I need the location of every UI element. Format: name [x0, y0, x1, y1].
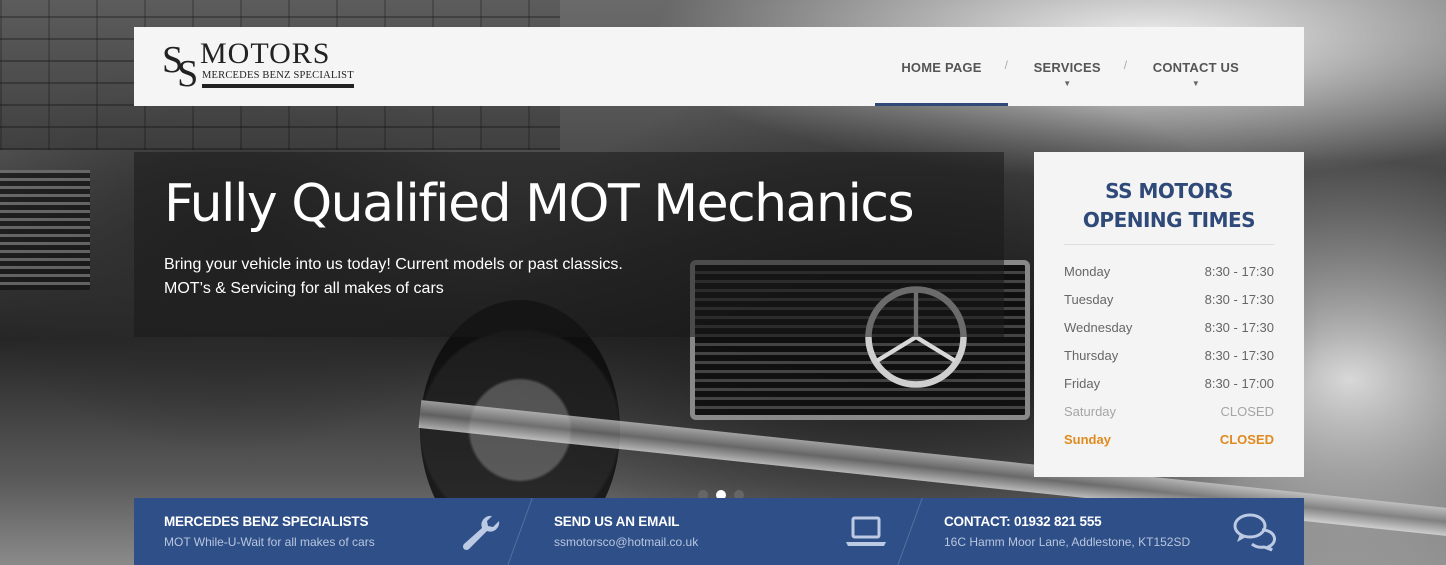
day-label: Thursday — [1064, 348, 1119, 363]
day-label: Wednesday — [1064, 320, 1133, 335]
site-logo[interactable]: SS MOTORS MERCEDES BENZ SPECIALIST — [162, 39, 362, 95]
day-label: Sunday — [1064, 432, 1111, 447]
nav-home-page[interactable]: HOME PAGE — [875, 27, 1008, 106]
info-block-email[interactable]: SEND US AN EMAIL ssmotorsco@hotmail.co.u… — [524, 498, 924, 565]
caret-down-icon: ▼ — [1063, 79, 1072, 88]
nav-label: CONTACT US — [1152, 60, 1239, 75]
opening-times-row-wednesday: Wednesday 8:30 - 17:30 — [1064, 314, 1274, 342]
opening-times-row-friday: Friday 8:30 - 17:00 — [1064, 370, 1274, 398]
info-title: CONTACT: 01932 821 555 — [944, 514, 1102, 529]
opening-times-title: SS MOTORS OPENING TIMES — [1082, 179, 1256, 232]
hours-value: CLOSED — [1219, 432, 1274, 447]
hours-value: 8:30 - 17:30 — [1204, 320, 1274, 335]
hours-value: 8:30 - 17:30 — [1204, 348, 1274, 363]
main-nav: HOME PAGE / SERVICES ▼ / CONTACT US ▼ — [875, 27, 1304, 106]
opening-times-row-thursday: Thursday 8:30 - 17:30 — [1064, 342, 1274, 370]
wrench-icon — [462, 515, 500, 551]
info-subtitle: MOT While-U-Wait for all makes of cars — [164, 535, 375, 549]
info-subtitle[interactable]: ssmotorsco@hotmail.co.uk — [554, 535, 698, 549]
logo-underline — [202, 84, 354, 88]
site-header: SS MOTORS MERCEDES BENZ SPECIALIST HOME … — [134, 27, 1304, 106]
hero-line-2: MOT’s & Servicing for all makes of cars — [164, 280, 444, 297]
hours-value: 8:30 - 17:00 — [1204, 376, 1274, 391]
day-label: Tuesday — [1064, 292, 1114, 307]
opening-times-row-monday: Monday 8:30 - 17:30 — [1064, 258, 1274, 286]
info-bar: MERCEDES BENZ SPECIALISTS MOT While-U-Wa… — [134, 498, 1304, 565]
caret-down-icon: ▼ — [1191, 79, 1200, 88]
info-block-contact[interactable]: CONTACT: 01932 821 555 16C Hamm Moor Lan… — [914, 498, 1304, 565]
nav-services[interactable]: SERVICES ▼ — [1008, 27, 1127, 106]
nav-label: SERVICES — [1033, 60, 1101, 75]
hero-caption: Fully Qualified MOT Mechanics Bring your… — [134, 152, 1004, 337]
info-subtitle: 16C Hamm Moor Lane, Addlestone, KT152SD — [944, 535, 1191, 549]
logo-mark: SS — [162, 39, 198, 95]
opening-times-row-sunday: Sunday CLOSED — [1064, 426, 1274, 454]
hero-line-1: Bring your vehicle into us today! Curren… — [164, 256, 623, 273]
hours-value: CLOSED — [1220, 404, 1274, 419]
logo-tagline: MERCEDES BENZ SPECIALIST — [202, 70, 354, 81]
hours-value: 8:30 - 17:30 — [1204, 264, 1274, 279]
day-label: Monday — [1064, 264, 1111, 279]
day-label: Friday — [1064, 376, 1101, 391]
opening-times-row-saturday: Saturday CLOSED — [1064, 398, 1274, 426]
chat-bubbles-icon — [1233, 513, 1276, 552]
hours-value: 8:30 - 17:30 — [1204, 292, 1274, 307]
info-title: MERCEDES BENZ SPECIALISTS — [164, 514, 369, 529]
hero-title: Fully Qualified MOT Mechanics — [164, 174, 915, 234]
car-grille-left — [0, 170, 90, 290]
laptop-icon — [846, 516, 886, 546]
opening-times-row-tuesday: Tuesday 8:30 - 17:30 — [1064, 286, 1274, 314]
opening-times-panel: SS MOTORS OPENING TIMES Monday 8:30 - 17… — [1034, 152, 1304, 477]
opening-times-divider — [1064, 244, 1274, 245]
day-label: Saturday — [1064, 404, 1117, 419]
info-title: SEND US AN EMAIL — [554, 514, 680, 529]
hero-text: Bring your vehicle into us today! Curren… — [164, 253, 623, 301]
logo-name: MOTORS — [200, 37, 331, 70]
nav-contact-us[interactable]: CONTACT US ▼ — [1127, 27, 1304, 106]
nav-label: HOME PAGE — [901, 60, 982, 75]
opening-times-table: Monday 8:30 - 17:30 Tuesday 8:30 - 17:30… — [1064, 258, 1274, 454]
info-block-specialists: MERCEDES BENZ SPECIALISTS MOT While-U-Wa… — [134, 498, 534, 565]
